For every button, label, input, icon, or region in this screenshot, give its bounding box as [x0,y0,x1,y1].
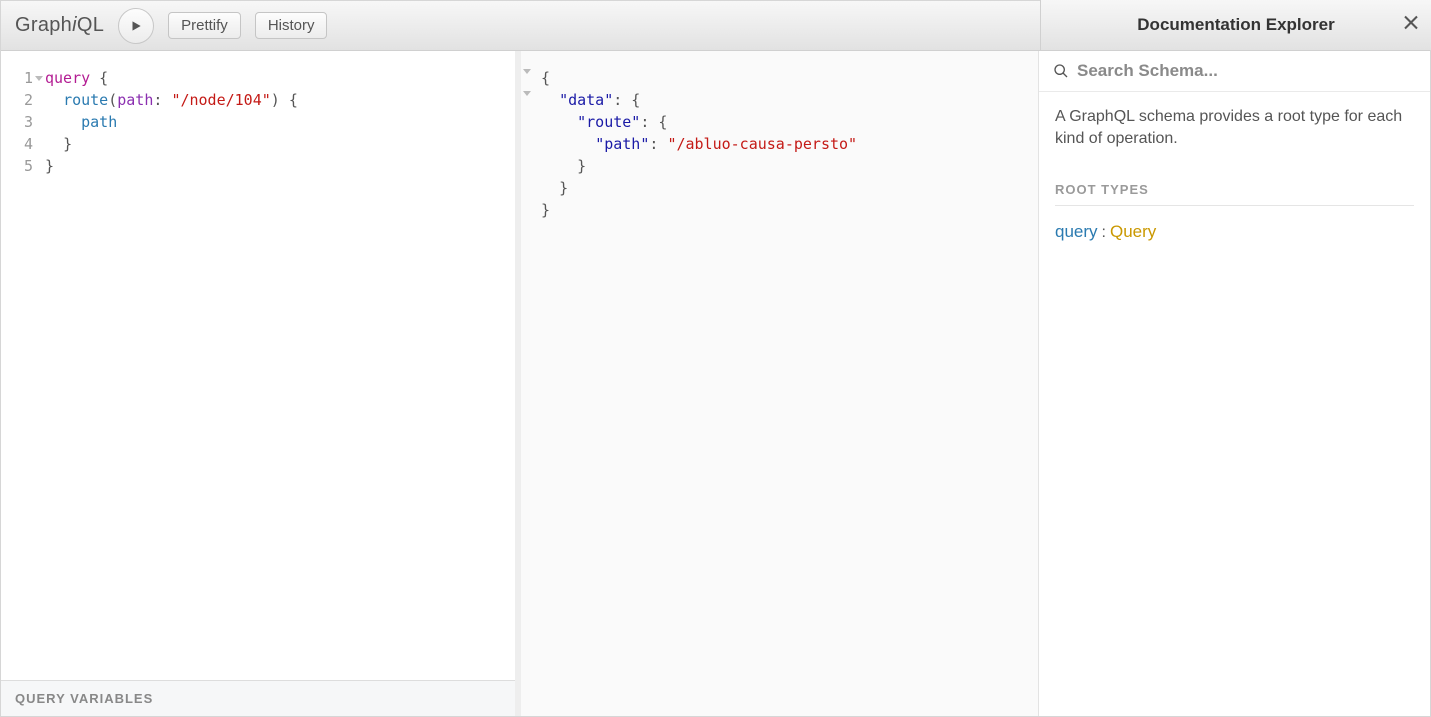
query-variables-header[interactable]: QUERY VARIABLES [1,680,515,716]
schema-search-input[interactable] [1077,61,1416,81]
fold-toggle-icon[interactable] [523,69,531,74]
doc-section-label: ROOT TYPES [1055,181,1414,206]
line-number: 1 [1,67,45,89]
play-icon [129,19,143,33]
search-icon [1053,63,1069,79]
line-number: 2 [1,89,45,111]
run-query-button[interactable] [118,8,154,44]
result-fold-gutter [523,69,533,223]
query-editor-pane: 12345 query { route(path: "/node/104") {… [1,51,521,716]
root-field-name: query [1055,222,1098,241]
close-icon [1403,15,1419,31]
result-code: { "data": { "route": { "path": "/abluo-c… [527,67,1028,221]
history-button[interactable]: History [255,12,328,39]
line-number-gutter: 12345 [1,67,45,680]
logo-part-right: QL [77,14,104,36]
app-logo: GraphiQL [15,14,104,37]
line-number: 3 [1,111,45,133]
close-docs-button[interactable] [1403,14,1419,37]
root-type-row[interactable]: query:Query [1055,220,1414,244]
line-number: 5 [1,155,45,177]
query-variables-label: QUERY VARIABLES [15,691,153,706]
doc-description: A GraphQL schema provides a root type fo… [1055,106,1414,151]
root-type-name: Query [1110,222,1156,241]
query-code[interactable]: query { route(path: "/node/104") { path … [45,67,515,680]
prettify-button[interactable]: Prettify [168,12,241,39]
doc-title: Documentation Explorer [1137,15,1334,35]
query-editor[interactable]: 12345 query { route(path: "/node/104") {… [1,51,515,680]
fold-toggle-icon[interactable] [523,91,531,96]
logo-part-left: Graph [15,14,72,36]
line-number: 4 [1,133,45,155]
doc-search-row [1039,51,1430,92]
doc-header: Documentation Explorer [1040,0,1431,50]
documentation-pane: A GraphQL schema provides a root type fo… [1039,51,1430,716]
result-pane: { "data": { "route": { "path": "/abluo-c… [521,51,1039,716]
